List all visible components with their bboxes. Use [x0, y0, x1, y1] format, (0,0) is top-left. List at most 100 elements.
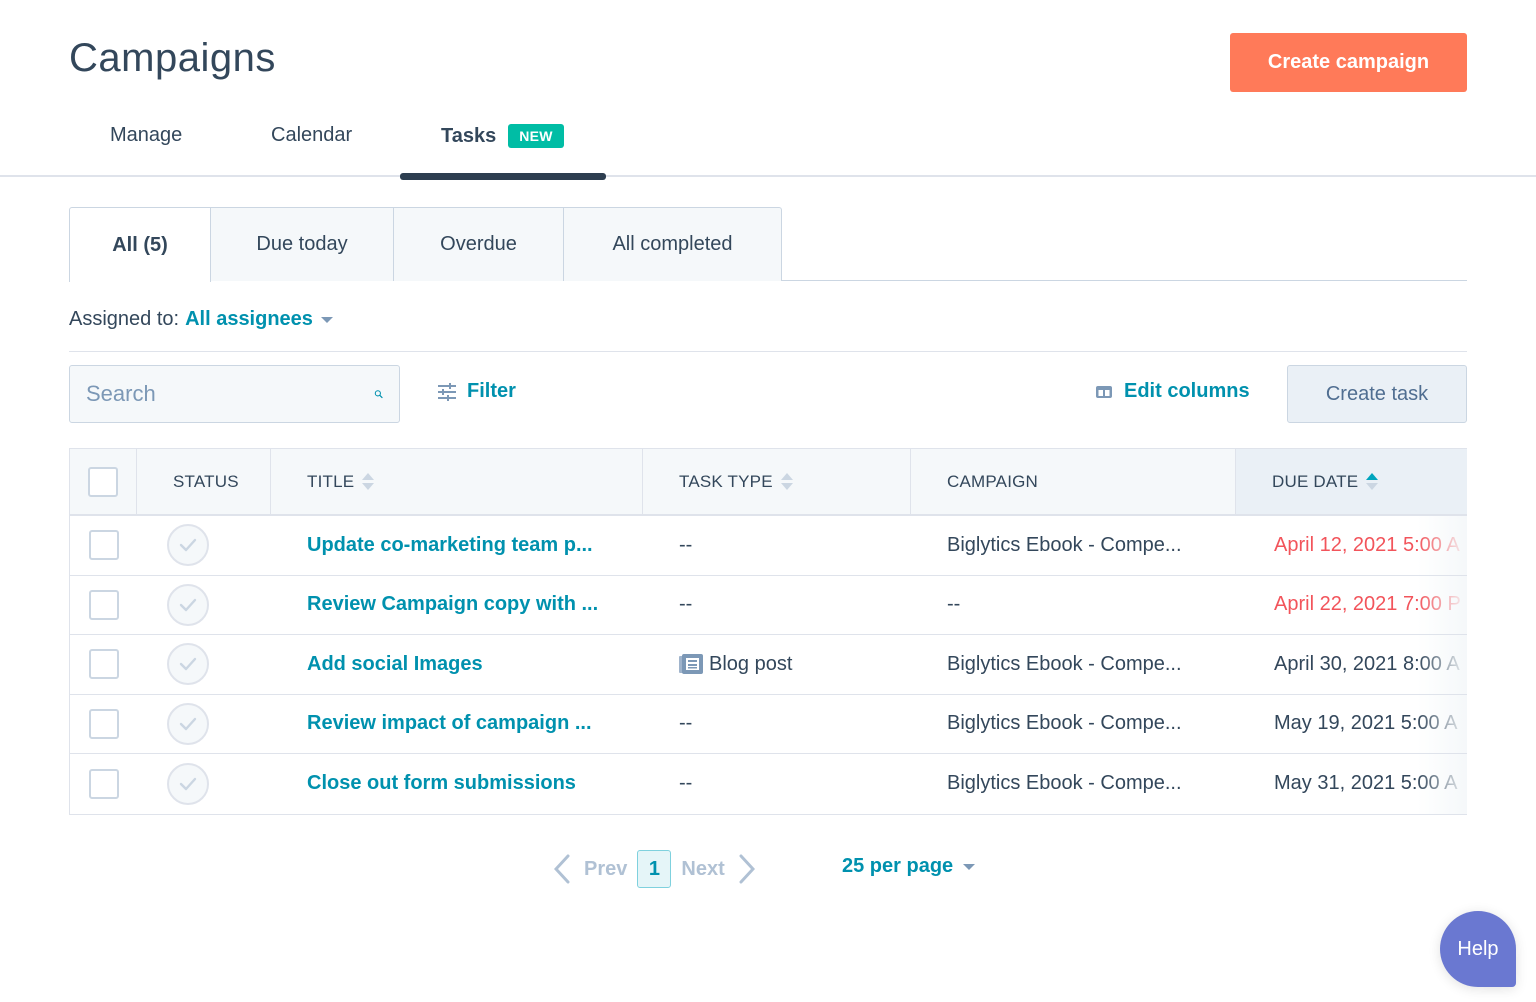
- filter-button[interactable]: Filter: [437, 380, 516, 403]
- column-label: TASK TYPE: [679, 471, 773, 491]
- prev-button[interactable]: Prev: [584, 858, 627, 881]
- subtab-overdue[interactable]: Overdue: [393, 207, 564, 281]
- tab-tasks[interactable]: Tasks NEW: [441, 124, 564, 148]
- complete-task-toggle[interactable]: [167, 583, 209, 626]
- row-checkbox[interactable]: [88, 589, 119, 620]
- task-title-link[interactable]: Update co-marketing team p...: [307, 516, 617, 575]
- row-select: [70, 635, 137, 694]
- help-button[interactable]: Help: [1440, 911, 1516, 987]
- due-date-cell: April 22, 2021 7:00 P: [1274, 593, 1461, 616]
- task-filter-tabs: All (5) Due today Overdue All completed: [69, 207, 1467, 282]
- task-type-value: Blog post: [709, 652, 793, 675]
- row-checkbox[interactable]: [88, 649, 119, 680]
- tab-label: Tasks: [441, 124, 497, 147]
- row-select: [70, 695, 137, 754]
- divider: [69, 351, 1467, 352]
- table-header: STATUS TITLE TASK TYPE CAMPAIGN DUE DATE: [70, 449, 1467, 516]
- task-type-cell: --: [679, 516, 909, 575]
- complete-task-toggle[interactable]: [167, 524, 209, 567]
- page-number-current[interactable]: 1: [637, 850, 672, 888]
- checkmark-icon: [179, 598, 197, 611]
- task-type-value: --: [679, 712, 693, 735]
- row-checkbox[interactable]: [88, 708, 119, 739]
- campaign-cell[interactable]: Biglytics Ebook - Compe...: [947, 635, 1227, 694]
- subtab-due-today[interactable]: Due today: [210, 207, 394, 281]
- select-all-checkbox[interactable]: [88, 466, 118, 497]
- column-label: TITLE: [307, 471, 355, 491]
- main-tabs: Manage Calendar Tasks NEW: [0, 100, 1536, 177]
- task-type-value: --: [679, 533, 693, 556]
- create-task-button[interactable]: Create task: [1287, 365, 1467, 423]
- assignee-dropdown[interactable]: All assignees: [185, 308, 333, 331]
- caret-down-icon: [963, 863, 976, 870]
- tab-label: Manage: [110, 124, 183, 146]
- column-label: STATUS: [173, 471, 239, 491]
- columns-icon: [1096, 385, 1112, 398]
- active-tab-indicator: [400, 173, 606, 180]
- campaign-cell[interactable]: Biglytics Ebook - Compe...: [947, 695, 1227, 754]
- status-cell: [137, 754, 271, 814]
- complete-task-toggle[interactable]: [167, 762, 209, 805]
- sort-ascending-icon: [1366, 473, 1379, 490]
- assigned-filter: Assigned to: All assignees: [69, 308, 333, 331]
- tab-calendar[interactable]: Calendar: [271, 124, 352, 147]
- campaign-cell[interactable]: --: [947, 576, 1227, 635]
- column-label: CAMPAIGN: [947, 471, 1039, 491]
- edit-columns-button[interactable]: Edit columns: [1096, 380, 1250, 403]
- row-checkbox[interactable]: [88, 530, 119, 561]
- table-row: Review impact of campaign ... -- Biglyti…: [70, 694, 1467, 754]
- sort-icon: [362, 473, 375, 490]
- complete-task-toggle[interactable]: [167, 643, 209, 686]
- task-type-value: --: [679, 593, 693, 616]
- row-select: [70, 516, 137, 575]
- search-input[interactable]: [86, 381, 374, 407]
- column-header-title[interactable]: TITLE: [271, 449, 643, 514]
- row-checkbox[interactable]: [88, 768, 119, 799]
- task-title-link[interactable]: Review Campaign copy with ...: [307, 576, 617, 635]
- due-date-cell: May 19, 2021 5:00 A: [1274, 712, 1458, 735]
- column-header-due-date[interactable]: DUE DATE: [1236, 449, 1467, 514]
- edit-columns-label: Edit columns: [1124, 380, 1250, 402]
- tab-label: Calendar: [271, 124, 353, 146]
- per-page-dropdown[interactable]: 25 per page: [842, 855, 976, 878]
- subtab-all[interactable]: All (5): [69, 207, 211, 282]
- blog-post-icon: [679, 654, 703, 675]
- table-row: Close out form submissions -- Biglytics …: [70, 754, 1467, 814]
- per-page-label: 25 per page: [842, 855, 954, 877]
- column-header-task-type[interactable]: TASK TYPE: [643, 449, 911, 514]
- search-icon[interactable]: [374, 380, 383, 408]
- status-cell: [137, 695, 271, 754]
- search-box: [69, 365, 400, 423]
- next-arrow-icon[interactable]: [735, 852, 759, 886]
- task-title-link[interactable]: Review impact of campaign ...: [307, 695, 617, 754]
- prev-arrow-icon[interactable]: [550, 852, 574, 886]
- due-date-cell: April 12, 2021 5:00 A: [1274, 533, 1460, 556]
- task-type-cell: --: [679, 695, 909, 754]
- tasks-table: STATUS TITLE TASK TYPE CAMPAIGN DUE DATE…: [69, 448, 1467, 815]
- complete-task-toggle[interactable]: [167, 702, 209, 745]
- sliders-icon: [438, 382, 456, 401]
- task-type-value: --: [679, 772, 693, 795]
- caret-down-icon: [320, 316, 333, 323]
- campaign-cell[interactable]: Biglytics Ebook - Compe...: [947, 754, 1227, 814]
- checkmark-icon: [179, 539, 197, 552]
- page-title: Campaigns: [69, 36, 276, 80]
- task-type-cell: Blog post: [679, 635, 909, 694]
- table-row: Review Campaign copy with ... -- -- Apri…: [70, 575, 1467, 635]
- task-title-link[interactable]: Add social Images: [307, 635, 617, 694]
- campaign-cell[interactable]: Biglytics Ebook - Compe...: [947, 516, 1227, 575]
- assignee-value: All assignees: [185, 308, 313, 330]
- header-select-all: [70, 449, 137, 514]
- create-campaign-button[interactable]: Create campaign: [1230, 33, 1467, 92]
- checkmark-icon: [179, 658, 197, 671]
- assigned-label: Assigned to:: [69, 308, 180, 330]
- filter-label: Filter: [467, 380, 516, 402]
- column-header-status: STATUS: [137, 449, 271, 514]
- tab-manage[interactable]: Manage: [110, 124, 182, 147]
- next-button[interactable]: Next: [681, 858, 724, 881]
- task-type-cell: --: [679, 754, 909, 814]
- task-title-link[interactable]: Close out form submissions: [307, 754, 617, 814]
- checkmark-icon: [179, 777, 197, 790]
- subtab-all-completed[interactable]: All completed: [563, 207, 782, 281]
- table-row: Update co-marketing team p... -- Biglyti…: [70, 516, 1467, 576]
